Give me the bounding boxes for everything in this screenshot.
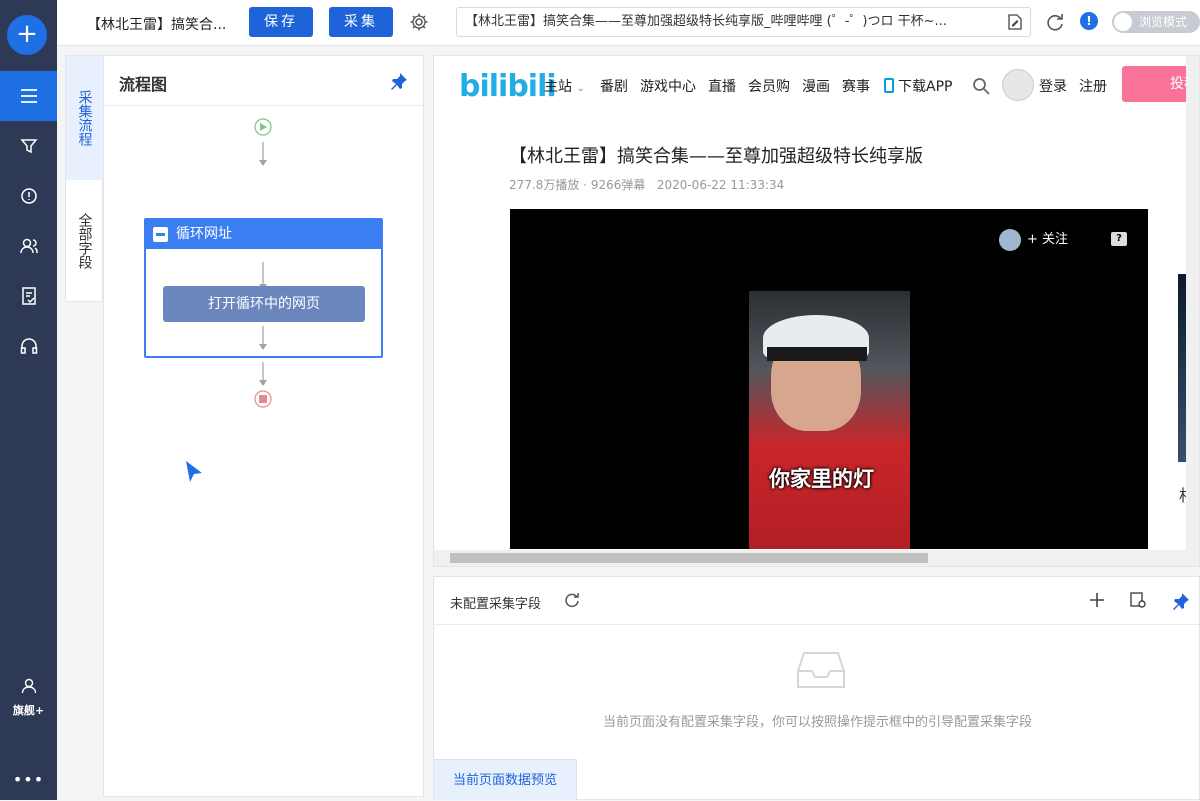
- account-menu[interactable]: 旗舰+: [0, 678, 57, 718]
- refresh-icon[interactable]: [1045, 12, 1065, 32]
- settings-gear-icon[interactable]: [409, 12, 429, 32]
- field-settings-icon[interactable]: [1130, 592, 1147, 609]
- clock-alert-icon[interactable]: [0, 171, 57, 221]
- bilibili-logo[interactable]: bilibili: [459, 69, 557, 104]
- users-icon[interactable]: [0, 221, 57, 271]
- panel-title: 流程图: [119, 75, 168, 94]
- browser-view[interactable]: bilibili 主站 ⌄ 番剧 游戏中心 直播 会员购 漫画 赛事 下载APP…: [433, 55, 1200, 567]
- document-check-icon[interactable]: [0, 271, 57, 321]
- save-button[interactable]: 保存: [249, 7, 313, 37]
- video-subtitle: 你家里的灯: [769, 467, 874, 491]
- user-icon: [21, 678, 36, 694]
- url-text: 【林北王雷】搞笑合集——至尊加强超级特长纯享版_哔哩哔哩 (゜-゜)つロ 干杯~…: [465, 14, 947, 29]
- pin-icon[interactable]: [1172, 592, 1190, 610]
- nav-vip-shop[interactable]: 会员购: [748, 76, 790, 96]
- filter-icon[interactable]: [0, 121, 57, 171]
- empty-inbox-icon: [797, 652, 845, 688]
- workflow-panel: 流程图 循环网址 打开循环中的网页: [103, 55, 424, 797]
- more-menu-icon[interactable]: •••: [0, 770, 57, 789]
- fields-status: 未配置采集字段: [450, 597, 542, 612]
- video-title: 【林北王雷】搞笑合集——至尊加强超级特长纯享版: [509, 146, 923, 167]
- nav-live[interactable]: 直播: [708, 76, 736, 96]
- browse-mode-label: 浏览模式: [1139, 15, 1188, 29]
- menu-icon[interactable]: [0, 71, 57, 121]
- headset-icon[interactable]: [0, 321, 57, 371]
- danmaku-count: 9266弹幕: [590, 178, 646, 192]
- left-rail: + 旗舰+ •••: [0, 0, 57, 800]
- toggle-knob: [1114, 13, 1132, 31]
- browse-mode-toggle[interactable]: 浏览模式: [1112, 11, 1200, 33]
- scrollbar-thumb[interactable]: [450, 553, 928, 563]
- fields-panel: 未配置采集字段 当前页面没有配置采集字段，你可以按照操作提示框中的引导配置采集字…: [433, 576, 1200, 800]
- register-link[interactable]: 注册: [1079, 76, 1107, 96]
- refresh-icon[interactable]: [564, 592, 580, 608]
- publish-date: 2020-06-22 11:33:34: [656, 178, 785, 192]
- task-title: 【林北王雷】搞笑合...: [87, 17, 227, 33]
- follow-button[interactable]: + 关注: [999, 228, 1068, 251]
- open-page-step[interactable]: 打开循环中的网页: [163, 286, 365, 322]
- info-icon[interactable]: !: [1080, 12, 1098, 30]
- nav-main[interactable]: 主站 ⌄: [544, 76, 585, 96]
- video-frame: 你家里的灯: [749, 291, 910, 549]
- add-task-button[interactable]: +: [7, 15, 47, 55]
- pin-icon[interactable]: [390, 72, 408, 90]
- tab-workflow[interactable]: 采集流程: [66, 56, 103, 180]
- uploader-avatar: [999, 228, 1021, 251]
- loop-header[interactable]: 循环网址: [146, 220, 381, 249]
- tab-data-preview[interactable]: 当前页面数据预览: [434, 759, 577, 800]
- chevron-down-icon: ⌄: [576, 83, 585, 94]
- headband: [767, 347, 867, 361]
- loop-label: 循环网址: [176, 226, 232, 242]
- top-toolbar: 【林北王雷】搞笑合... 保存 采集 【林北王雷】搞笑合集——至尊加强超级特长纯…: [57, 0, 1200, 46]
- collapse-icon[interactable]: [153, 227, 168, 242]
- avatar[interactable]: [1002, 69, 1034, 101]
- empty-state-message: 当前页面没有配置采集字段，你可以按照操作提示框中的引导配置采集字段: [602, 715, 1032, 730]
- mouse-cursor-icon: [186, 461, 202, 482]
- nav-bangumi[interactable]: 番剧: [600, 76, 628, 96]
- horizontal-scrollbar[interactable]: [434, 550, 1199, 566]
- nav-events[interactable]: 赛事: [842, 76, 870, 96]
- side-tabs: 采集流程 全部字段: [65, 55, 103, 302]
- play-count: 277.8万播放: [509, 178, 580, 192]
- nav-game-center[interactable]: 游戏中心: [640, 76, 696, 96]
- nav-manga[interactable]: 漫画: [802, 76, 830, 96]
- flow-canvas[interactable]: 循环网址 打开循环中的网页: [104, 106, 424, 796]
- nav-download-app[interactable]: 下载APP: [884, 76, 952, 96]
- search-icon[interactable]: [972, 77, 990, 95]
- loop-block[interactable]: 循环网址 打开循环中的网页: [144, 218, 383, 358]
- add-field-icon[interactable]: [1089, 592, 1105, 608]
- plan-label: 旗舰+: [12, 704, 45, 717]
- help-icon[interactable]: ?: [1111, 232, 1127, 246]
- video-meta: 277.8万播放 · 9266弹幕 2020-06-22 11:33:34: [509, 178, 785, 192]
- video-player[interactable]: 你家里的灯 + 关注 ?: [510, 209, 1148, 549]
- url-field[interactable]: 【林北王雷】搞笑合集——至尊加强超级特长纯享版_哔哩哔哩 (゜-゜)つロ 干杯~…: [456, 7, 1031, 37]
- phone-icon: [884, 78, 894, 93]
- collect-button[interactable]: 采集: [329, 7, 393, 37]
- tab-all-fields[interactable]: 全部字段: [66, 180, 103, 302]
- edit-document-icon[interactable]: [1008, 14, 1022, 30]
- login-link[interactable]: 登录: [1039, 76, 1067, 96]
- bilibili-nav: bilibili 主站 ⌄ 番剧 游戏中心 直播 会员购 漫画 赛事 下载APP…: [434, 56, 1199, 116]
- vertical-scrollbar[interactable]: [1186, 56, 1199, 550]
